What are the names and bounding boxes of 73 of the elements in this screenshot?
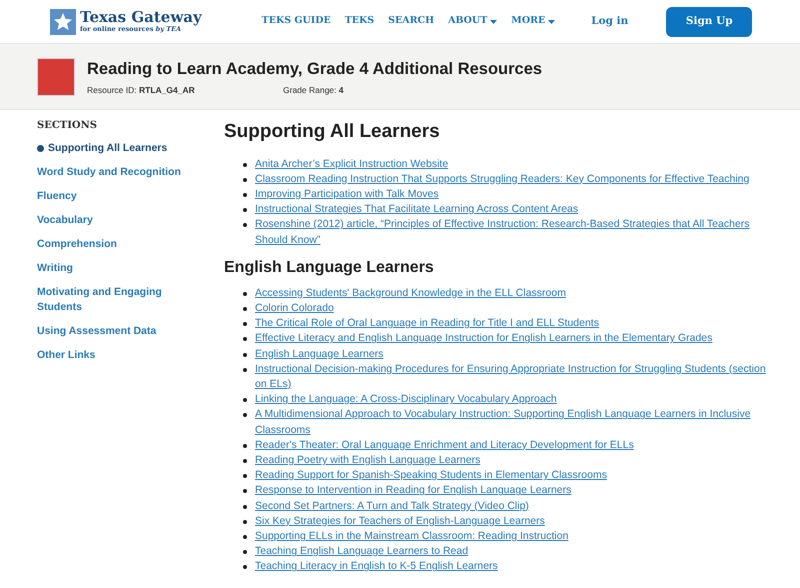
resource-link[interactable]: Improving Participation with Talk Moves — [255, 186, 770, 202]
bullet-icon — [243, 192, 247, 197]
resource-link[interactable]: Instructional Strategies That Facilitate Learning Across Content Areas — [255, 202, 770, 218]
signup-button[interactable]: Sign Up — [666, 6, 752, 36]
caret-icon — [490, 20, 498, 24]
bullet-icon — [243, 458, 247, 463]
resource-link[interactable]: Teaching Literacy in English to K-5 English Learners — [255, 559, 770, 575]
resource-link[interactable]: Accessing Students' Background Knowledge in the ELL Classroom — [255, 286, 770, 301]
bullet-icon — [243, 178, 247, 182]
nav-link[interactable]: SEARCH — [388, 14, 434, 29]
bullet-icon — [243, 292, 247, 296]
caret-icon — [548, 20, 556, 24]
section-heading: Supporting All Learners — [224, 120, 441, 144]
bullet-icon — [243, 520, 247, 524]
logo-title[interactable]: Texas Gateway — [80, 10, 202, 26]
nav-link[interactable]: MORE — [511, 14, 556, 29]
bullet-icon — [243, 534, 247, 539]
section-link[interactable]: Word Study and Recognition — [37, 165, 181, 180]
bullet-icon — [243, 306, 247, 311]
star-logo-icon[interactable] — [50, 8, 76, 34]
resource-link[interactable]: Supporting ELLs in the Mainstream Classroom: Reading Instruction — [255, 528, 770, 544]
resource-link[interactable]: Second Set Partners: A Turn and Talk Strategy (Video Clip) — [255, 498, 770, 514]
section-link[interactable]: Vocabulary — [37, 213, 93, 228]
resource-link[interactable]: Instructional Decision-making Procedures for Ensuring Appropriate Instruction for Struggling Students (section on ELs) — [255, 362, 770, 392]
resource-link[interactable]: Response to Intervention in Reading for English Language Learners — [255, 483, 770, 499]
resource-link[interactable]: Classroom Reading Instruction That Supports Struggling Readers: Key Components for Effective Teaching — [255, 172, 770, 187]
grade-range-label: Grade Range: — [283, 84, 336, 94]
bullet-icon — [243, 474, 247, 478]
section-link[interactable]: Writing — [37, 261, 73, 276]
resource-link[interactable]: English Language Learners — [255, 346, 770, 362]
section-heading: English Language Learners — [224, 258, 435, 278]
resource-link[interactable]: Six Key Strategies for Teachers of English-Language Learners — [255, 514, 770, 529]
resource-link[interactable]: Reader's Theater: Oral Language Enrichment and Literacy Development for ELLs — [255, 438, 770, 453]
bullet-icon — [243, 489, 247, 494]
nav-link[interactable]: TEKS — [344, 14, 374, 29]
grade-range-value: 4 — [338, 84, 344, 94]
bullet-icon — [243, 162, 247, 166]
bullet-icon — [243, 352, 247, 357]
resource-link[interactable]: Effective Literacy and English Language Instruction for English Learners in the Elementary Grades — [255, 331, 770, 347]
resource-link[interactable]: Reading Poetry with English Language Learners — [255, 452, 770, 468]
section-link[interactable]: Motivating and Engaging Students — [37, 285, 187, 315]
resource-id-label: Resource ID: — [87, 84, 137, 94]
bullet-icon — [243, 368, 247, 372]
resource-link[interactable]: A Multidimensional Approach to Vocabulary Instruction: Supporting English Language Learners in Inclusive Classrooms — [255, 407, 770, 438]
resource-link[interactable]: Rosenshine (2012) article, “Principles of Effective Instruction: Research-Based Strategies that All Teachers Should Know” — [255, 217, 770, 248]
bullet-icon — [243, 337, 247, 342]
section-link[interactable]: Other Links — [37, 348, 96, 363]
resource-id-value: RTLA_G4_AR — [138, 84, 195, 94]
section-link[interactable]: Supporting All Learners — [48, 141, 168, 156]
resource-link[interactable]: The Critical Role of Oral Language in Reading for Title I and ELL Students — [255, 316, 770, 332]
section-link[interactable]: Fluency — [37, 189, 77, 204]
bullet-icon — [243, 550, 247, 554]
resource-link[interactable]: Colorin Colorado — [255, 300, 770, 316]
section-link[interactable]: Comprehension — [37, 237, 117, 252]
resource-link[interactable]: Linking the Language: A Cross-Disciplinary Vocabulary Approach — [255, 392, 770, 408]
nav-link[interactable]: ABOUT — [448, 14, 498, 29]
bullet-icon — [243, 208, 247, 212]
resource-link[interactable]: Anita Archer’s Explicit Instruction Website — [255, 156, 770, 172]
sections-heading: SECTIONS — [37, 119, 98, 133]
resource-link[interactable]: Teaching English Language Learners to Read — [255, 544, 770, 560]
bullet-icon — [243, 398, 247, 402]
bullet-icon — [243, 565, 247, 570]
resource-title: Reading to Learn Academy, Grade 4 Additional Resources — [87, 58, 542, 80]
resource-link[interactable]: Reading Support for Spanish-Speaking Students in Elementary Classrooms — [255, 468, 770, 484]
bullet-icon — [243, 444, 247, 448]
login-link[interactable]: Log in — [591, 14, 628, 30]
nav-link[interactable]: TEKS GUIDE — [262, 14, 331, 29]
bullet-icon — [243, 322, 247, 326]
bullet-icon — [243, 504, 247, 509]
bullet-icon — [243, 413, 247, 418]
cover-thumbnail — [37, 58, 75, 96]
section-link[interactable]: Using Assessment Data — [37, 324, 156, 339]
bullet-icon — [243, 223, 247, 228]
